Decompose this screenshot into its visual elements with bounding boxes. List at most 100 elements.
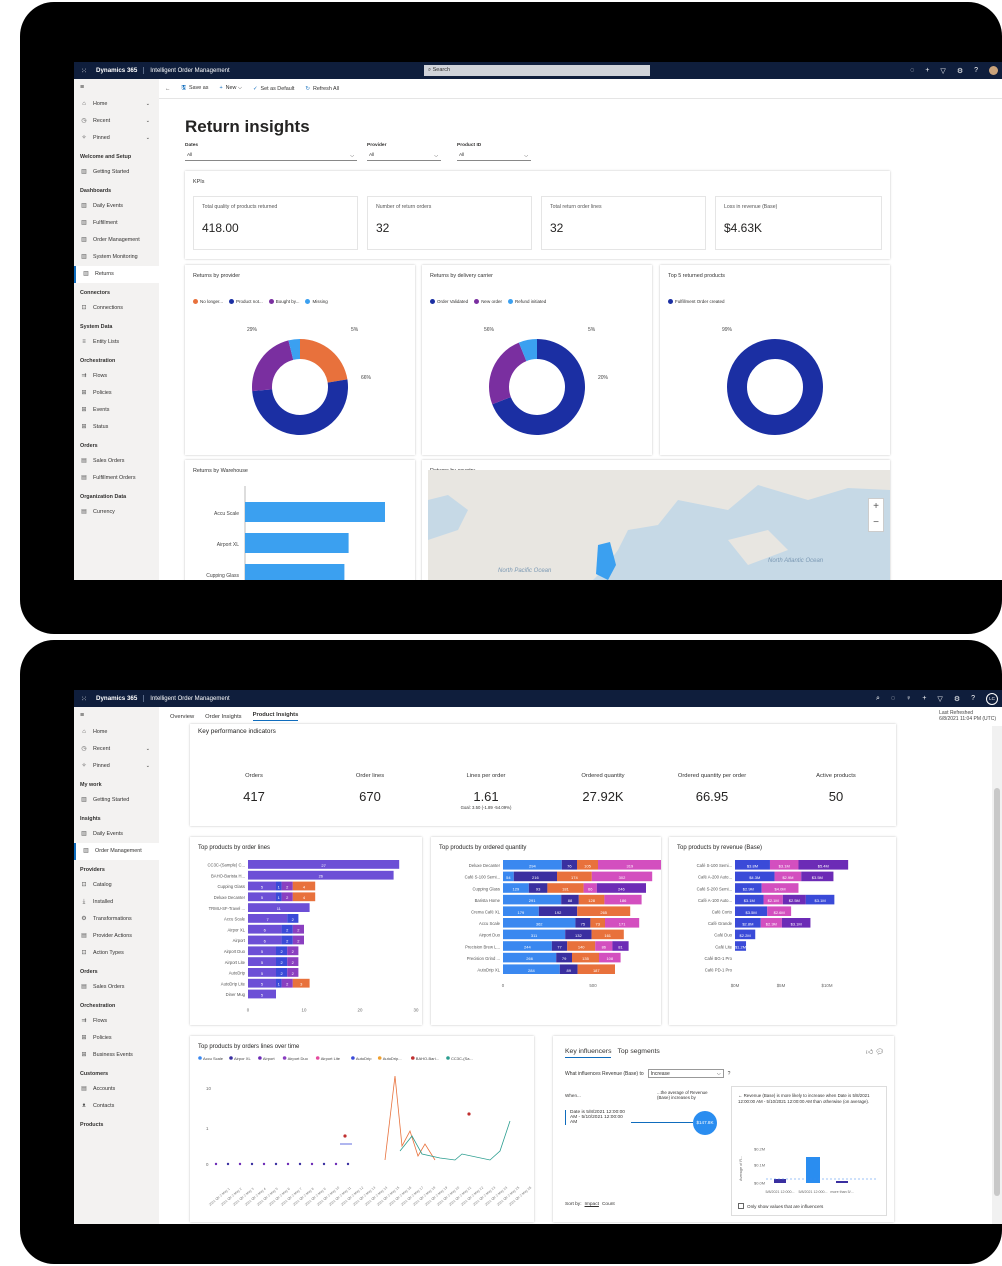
hamburger-icon[interactable]: ≡ (74, 79, 159, 96)
sidebar-item[interactable]: ⌂ Home ⌄ (74, 96, 159, 113)
sidebar-item[interactable]: ◷ Recent ⌄ (74, 741, 159, 758)
command-button[interactable]: ✓ Set as Default (253, 86, 294, 92)
sidebar-item[interactable]: ▥ Order Management (74, 843, 159, 860)
chevron-down-icon[interactable]: ⌄ (146, 130, 150, 147)
bar[interactable] (836, 1181, 848, 1183)
kpi-active-products[interactable]: Active products 50 (794, 773, 878, 804)
lightbulb-icon[interactable]: ◌ (891, 695, 895, 702)
sidebar-item[interactable]: ▥ Daily Events (74, 826, 159, 843)
sidebar-item[interactable]: ▥ Returns (74, 266, 159, 283)
impact-bubble[interactable]: $147.8K (693, 1111, 717, 1135)
influence-direction-select[interactable]: Increase ⌵ (647, 1069, 724, 1078)
data-point[interactable] (343, 1134, 347, 1138)
series-line[interactable] (384, 1075, 436, 1161)
app-name[interactable]: Intelligent Order Management (144, 696, 229, 702)
command-button[interactable]: + New ⌵ (219, 85, 242, 92)
legend-label[interactable]: Airport Lite (321, 1056, 341, 1061)
sidebar-item[interactable]: ≡ Entity Lists (74, 334, 159, 351)
data-point[interactable] (262, 1162, 266, 1166)
sidebar-item[interactable]: ⇉ Flows (74, 1013, 159, 1030)
sidebar-item[interactable]: ⇉ Flows (74, 368, 159, 385)
chevron-down-icon[interactable]: ⌄ (146, 113, 150, 130)
sidebar-item[interactable]: ▥ Fulfillment (74, 215, 159, 232)
chevron-down-icon[interactable]: ⌄ (146, 96, 150, 113)
avatar[interactable]: LC (986, 692, 998, 705)
kpi-orders[interactable]: Orders 417 (219, 773, 289, 804)
legend-item[interactable]: New order (474, 299, 502, 305)
data-point[interactable] (346, 1162, 350, 1166)
data-point[interactable] (214, 1162, 218, 1166)
sidebar-item[interactable]: ▤ Provider Actions (74, 928, 159, 945)
command-button[interactable]: 🖫 Save as (181, 84, 208, 93)
data-point[interactable] (322, 1162, 326, 1166)
sidebar-item[interactable]: ▥ Order Management (74, 232, 159, 249)
app-name[interactable]: Intelligent Order Management (144, 68, 229, 74)
influencers-only-checkbox[interactable]: Only show values that are influencers (738, 1203, 823, 1209)
data-point[interactable] (298, 1162, 302, 1166)
data-point[interactable] (250, 1162, 254, 1166)
sidebar-item[interactable]: ▥ Getting Started (74, 792, 159, 809)
zoom-out-button[interactable]: − (869, 515, 883, 531)
influencer-condition[interactable]: Date is 5/8/2021 12:00:00 AM - 5/10/2021… (565, 1110, 629, 1125)
filter-dates[interactable]: Dates All ⌵ (185, 143, 357, 161)
sidebar-item[interactable]: ▤ Sales Orders (74, 979, 159, 996)
kpi-tile[interactable]: Number of return orders 32 (367, 196, 532, 250)
bar[interactable] (806, 1157, 820, 1183)
data-point[interactable] (286, 1162, 290, 1166)
kpi-tile[interactable]: Loss in revenue (Base) $4.63K (715, 196, 882, 250)
tab-top-segments[interactable]: Top segments (617, 1048, 659, 1058)
settings-icon[interactable]: ⚙ (954, 695, 960, 703)
legend-label[interactable]: Airport (263, 1056, 276, 1061)
tab-overview[interactable]: Overview (170, 714, 194, 720)
kpi-quantity-per-order[interactable]: Ordered quantity per order 66.95 (652, 773, 772, 804)
help-icon[interactable]: ? (974, 67, 978, 74)
brand-name[interactable]: Dynamics 365 (94, 695, 145, 702)
sidebar-item[interactable]: ⊞ Events (74, 402, 159, 419)
sidebar-item[interactable]: ▤ Sales Orders (74, 453, 159, 470)
returns-map[interactable]: North Pacific Ocean North Atlantic Ocean… (428, 470, 890, 580)
scrollbar-thumb[interactable] (994, 788, 1000, 1196)
kpi-tile[interactable]: Total quality of products returned 418.00 (193, 196, 358, 250)
sort-impact[interactable]: Impact (585, 1202, 599, 1207)
zoom-in-button[interactable]: + (869, 499, 883, 515)
bar[interactable] (774, 1179, 786, 1183)
tab-order-insights[interactable]: Order Insights (205, 714, 241, 720)
legend-label[interactable]: AutoDrip (356, 1056, 372, 1061)
donut-slice[interactable] (252, 340, 294, 392)
legend-label[interactable]: Airport Duo (288, 1056, 309, 1061)
data-point[interactable] (274, 1162, 278, 1166)
legend-item[interactable]: Refund initiated (507, 299, 546, 305)
data-point[interactable] (226, 1162, 230, 1166)
legend-label[interactable]: BAHO-Bari... (416, 1056, 439, 1061)
bar[interactable] (245, 502, 385, 522)
add-icon[interactable]: + (925, 67, 929, 74)
filter-icon[interactable]: ▽ (940, 67, 945, 75)
waffle-icon[interactable]: ⁙ (74, 67, 94, 75)
sidebar-item[interactable]: ⤓ Installed (74, 894, 159, 911)
legend-label[interactable]: CC3C-(Sa... (451, 1056, 473, 1061)
legend-label[interactable]: Accu Scale (203, 1056, 224, 1061)
sidebar-item[interactable]: ▤ Accounts (74, 1081, 159, 1098)
like-dislike-icon[interactable]: 👍︎ 💬︎ (866, 1047, 884, 1056)
bar[interactable] (245, 533, 349, 553)
sidebar-item[interactable]: ⚙ Transformations (74, 911, 159, 928)
chevron-down-icon[interactable]: ⌄ (146, 741, 150, 758)
sidebar-item[interactable]: ⊞ Status (74, 419, 159, 436)
sidebar-item[interactable]: ✧ Pinned ⌄ (74, 130, 159, 147)
sidebar-item[interactable]: ⊞ Policies (74, 1030, 159, 1047)
settings-icon[interactable]: ⚙ (957, 67, 963, 75)
sidebar-item[interactable]: ▤ Fulfillment Orders (74, 470, 159, 487)
series-line[interactable] (399, 1120, 511, 1161)
avatar[interactable] (989, 66, 998, 75)
waffle-icon[interactable]: ⁙ (74, 695, 94, 703)
sidebar-item[interactable]: ✧ Pinned ⌄ (74, 758, 159, 775)
sidebar-item[interactable]: ⊞ Policies (74, 385, 159, 402)
sidebar-item[interactable]: ⊡ Action Types (74, 945, 159, 962)
data-point[interactable] (467, 1112, 471, 1116)
location-icon[interactable]: ♀ (906, 695, 911, 702)
legend-label[interactable]: AutoDrip... (383, 1056, 402, 1061)
data-point[interactable] (238, 1162, 242, 1166)
sidebar-item[interactable]: ▤ Currency (74, 504, 159, 521)
search-icon[interactable]: ⌕ (876, 695, 880, 703)
donut-slice[interactable] (727, 339, 823, 435)
